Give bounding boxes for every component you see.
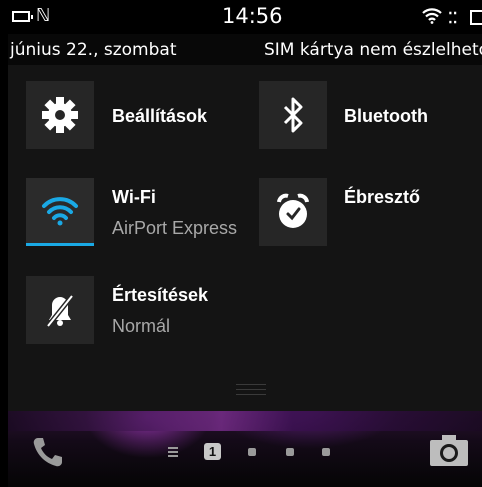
alarm-button[interactable]: [259, 178, 327, 246]
menu-icon[interactable]: [168, 447, 178, 459]
nfc-icon: ℕ: [36, 5, 51, 26]
sim-status-text: SIM kártya nem észlelhető: [264, 40, 482, 60]
device-screen: ℕ 14:56 ⁚⁚ június 22., szombat SIM kárty…: [8, 0, 482, 487]
clock: 14:56: [222, 4, 283, 28]
notification-bar: június 22., szombat SIM kártya nem észle…: [8, 34, 482, 65]
bluetooth-label: Bluetooth: [344, 106, 428, 126]
alarm-clock-icon: [277, 193, 309, 228]
wifi-label: Wi-Fi: [112, 187, 156, 207]
page-indicator-active[interactable]: 1: [204, 443, 221, 460]
gear-icon: [42, 97, 78, 133]
notifications-mode: Normál: [112, 316, 171, 336]
drag-handle-line: [236, 394, 266, 395]
wifi-button[interactable]: [26, 178, 94, 246]
date-text: június 22., szombat: [10, 40, 177, 60]
camera-icon[interactable]: [428, 432, 470, 468]
notifications-label: Értesítések: [112, 285, 209, 305]
cellular-icon: [470, 10, 482, 25]
wifi-icon: [42, 197, 78, 226]
page-indicator-dot[interactable]: [322, 448, 330, 456]
drag-handle-line: [236, 389, 266, 390]
drag-handle[interactable]: [236, 384, 266, 385]
wifi-network-name: AirPort Express: [112, 218, 238, 238]
status-bar: ℕ 14:56 ⁚⁚: [8, 0, 482, 34]
page-indicator-dot[interactable]: [286, 448, 294, 456]
wallpaper-highlight: [8, 411, 482, 431]
phone-icon[interactable]: [30, 434, 66, 470]
page-indicator-dot[interactable]: [248, 448, 256, 456]
alarm-label: Ébresztő: [344, 187, 421, 207]
bell-muted-icon: [46, 294, 74, 328]
wifi-signal-icon: [422, 8, 442, 24]
settings-button[interactable]: [26, 81, 94, 149]
settings-label: Beállítások: [112, 106, 208, 126]
battery-icon: [12, 11, 33, 22]
quick-settings-panel: Beállítások Bluetooth Wi-Fi AirPort Expr…: [8, 65, 482, 411]
bluetooth-button[interactable]: [259, 81, 327, 149]
bluetooth-icon: [283, 97, 303, 133]
blackberry-messenger-icon: ⁚⁚: [448, 10, 458, 27]
wifi-active-indicator: [26, 243, 94, 246]
notifications-button[interactable]: [26, 276, 94, 344]
